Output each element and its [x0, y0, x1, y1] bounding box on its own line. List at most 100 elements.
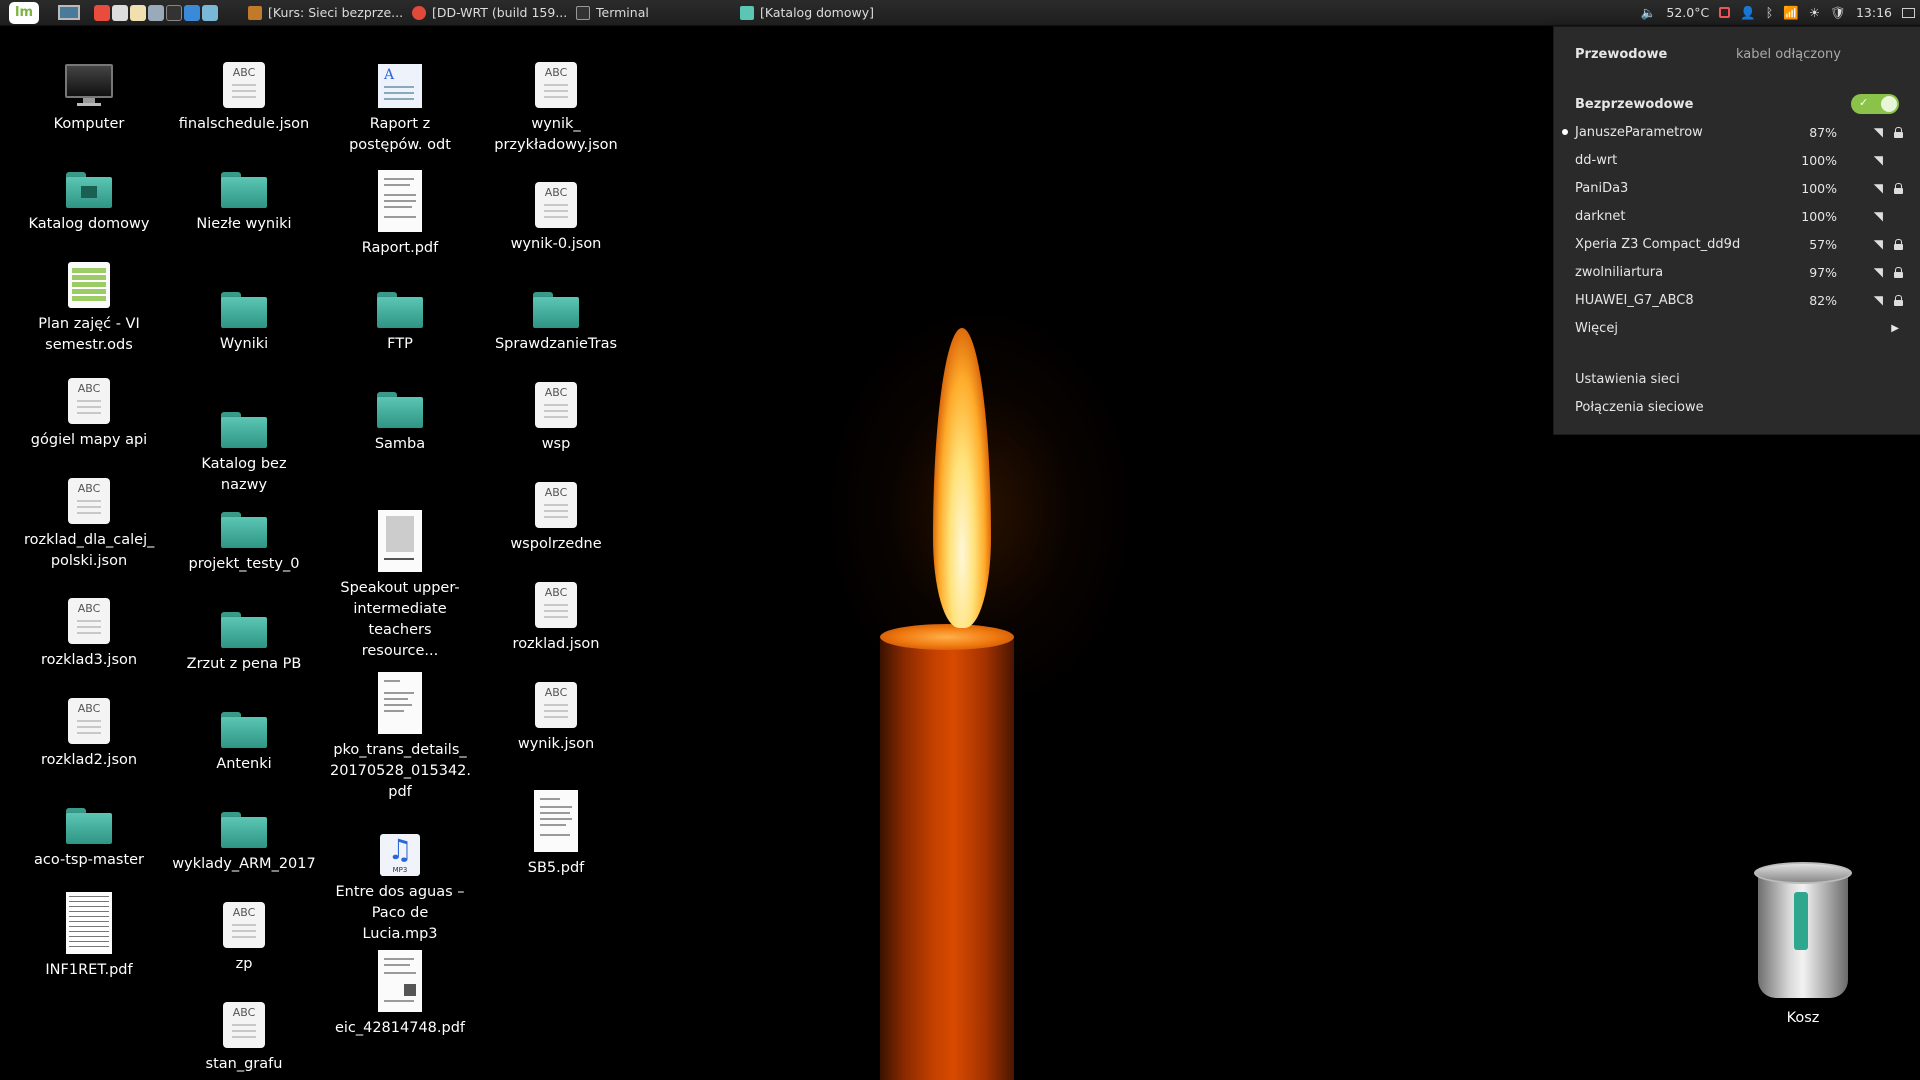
desktop-icon-inf1ret[interactable]: INF1RET.pdf [19, 890, 159, 981]
wifi-network-item[interactable]: HUAWEI_G7_ABC8 82% ◥ [1554, 286, 1920, 314]
settings-launcher-icon[interactable] [148, 4, 164, 21]
desktop-icon-wynik-json[interactable]: ABC wynik.json [486, 664, 626, 755]
wifi-signal-icon: ◥ [1873, 125, 1883, 139]
wifi-network-item[interactable]: PaniDa3 100% ◥ [1554, 174, 1920, 202]
desktop-icon-wynik-0[interactable]: ABC wynik-0.json [486, 164, 626, 255]
brightness-icon[interactable]: ☀ [1804, 0, 1825, 25]
chrome-launcher-icon[interactable] [94, 4, 110, 21]
lock-icon [1894, 127, 1903, 138]
taskbar-item-terminal[interactable]: Terminal [568, 0, 657, 25]
candle [880, 630, 1014, 1080]
desktop-icon-plan-zajec[interactable]: Plan zajęć - VI semestr.ods [19, 244, 159, 356]
lock-icon [1894, 239, 1903, 250]
desktop-icon-katalog-domowy[interactable]: Katalog domowy [19, 144, 159, 235]
launcher-group [94, 0, 218, 25]
desktop-icon-stan-grafu[interactable]: ABC stan_grafu [174, 984, 314, 1075]
shield-icon[interactable]: 🛡 [1825, 0, 1851, 25]
text-file-icon: ABC [535, 482, 577, 528]
wifi-signal-icon: ◥ [1873, 181, 1883, 195]
desktop-icon-katalog-bez-nazwy[interactable]: Katalog bez nazwy [174, 384, 314, 496]
desktop-icon-trash[interactable]: Kosz [1728, 862, 1878, 1026]
network-name: PaniDa3 [1575, 180, 1629, 196]
desktop-icon-wyklady[interactable]: wyklady_ARM_2017 [172, 784, 316, 875]
icon-label: gógiel mapy api [30, 432, 148, 448]
temperature-readout[interactable]: 52.0°C [1661, 0, 1714, 25]
taskbar-label: Terminal [596, 5, 649, 20]
network-connections-item[interactable]: Połączenia sieciowe [1554, 393, 1920, 421]
desktop-icon-antenki[interactable]: Antenki [174, 684, 314, 775]
taskbar-item-kurs[interactable]: [Kurs: Sieci bezprze... [240, 0, 411, 25]
network-name: JanuszeParametrow [1575, 124, 1703, 140]
desktop-icon-sb5[interactable]: SB5.pdf [486, 788, 626, 879]
desktop-icon-samba[interactable]: Samba [330, 364, 470, 455]
desktop-icon-niezle[interactable]: Niezłe wyniki [174, 144, 314, 235]
taskbar-item-katalog[interactable]: [Katalog domowy] [732, 0, 882, 25]
desktop-icon-raport-pdf[interactable]: Raport.pdf [330, 168, 470, 259]
desktop-icon-rozklad2[interactable]: ABC rozklad2.json [19, 680, 159, 771]
desktop-icon-gogiel[interactable]: ABC gógiel mapy api [19, 360, 159, 451]
bluetooth-icon[interactable]: ᛒ [1761, 0, 1779, 25]
lock-icon [1894, 267, 1903, 278]
folder-icon [740, 5, 754, 20]
icon-label: Raport.pdf [361, 240, 439, 256]
main-menu-button[interactable]: lm [4, 0, 44, 25]
desktop-icon-aco[interactable]: aco-tsp-master [19, 780, 159, 871]
wifi-network-item[interactable]: zwolniliartura 97% ◥ [1554, 258, 1920, 286]
icon-label: Komputer [53, 116, 125, 132]
desktop-icon-ftp[interactable]: FTP [330, 264, 470, 355]
icon-label: finalschedule.json [178, 116, 310, 132]
more-networks-item[interactable]: Więcej ▶ [1554, 314, 1920, 342]
wifi-network-item[interactable]: darknet 100% ◥ [1554, 202, 1920, 230]
wifi-network-item[interactable]: dd-wrt 100% ◥ [1554, 146, 1920, 174]
desktop-icon-rozklad-dla-calej[interactable]: ABC rozklad_dla_calej_ polski.json [19, 460, 159, 572]
desktop-icon-pko[interactable]: pko_trans_details_ 20170528_015342. pdf [330, 670, 471, 803]
desktop-icon-wspolrzedne[interactable]: ABC wspolrzedne [486, 464, 626, 555]
connected-indicator [1562, 129, 1568, 135]
taskbar-item-ddwrt[interactable]: [DD-WRT (build 159... [404, 0, 575, 25]
desktop-icon-finalschedule[interactable]: ABC finalschedule.json [174, 44, 314, 135]
app-launcher-icon[interactable] [184, 4, 200, 21]
files-launcher-icon[interactable] [202, 4, 218, 21]
desktop-icon-projekt[interactable]: projekt_testy_0 [174, 484, 314, 575]
user-icon[interactable]: 👤 [1735, 0, 1761, 25]
desktop-icon-wynik-przykladowy[interactable]: ABC wynik_ przykładowy.json [486, 44, 626, 156]
folder-icon [221, 292, 267, 328]
icon-label: Zrzut z pena PB [186, 656, 302, 672]
text-file-icon: ABC [535, 582, 577, 628]
calc-launcher-icon[interactable] [112, 4, 128, 21]
lock-icon [1894, 183, 1903, 194]
desktop-icon-eic[interactable]: eic_42814748.pdf [330, 948, 470, 1039]
wifi-icon[interactable]: 📶 [1778, 0, 1804, 25]
icon-label: wyklady_ARM_2017 [172, 856, 316, 872]
desktop-icon-rozklad-json[interactable]: ABC rozklad.json [486, 564, 626, 655]
show-desktop-button[interactable] [58, 0, 80, 25]
desktop-icon-rozklad3[interactable]: ABC rozklad3.json [19, 580, 159, 671]
lock-icon [1894, 295, 1903, 306]
pdf-file-icon [378, 672, 422, 734]
desktop-icon-entre-dos-aguas[interactable]: ♫ MP3 Entre dos aguas – Paco de Lucia.mp3 [330, 812, 470, 945]
volume-icon[interactable]: 🔈 [1636, 0, 1662, 25]
icon-label: Entre dos aguas – Paco de Lucia.mp3 [335, 884, 465, 942]
terminal-launcher-icon[interactable] [166, 4, 182, 21]
icon-label: wynik.json [517, 736, 595, 752]
desktop-icon-sprawdzanie-tras[interactable]: SprawdzanieTras [486, 264, 626, 355]
desktop-icon-wyniki[interactable]: Wyniki [174, 264, 314, 355]
recorder-icon[interactable] [1714, 0, 1735, 25]
desktop-icon-komputer[interactable]: Komputer [19, 44, 159, 135]
wifi-network-item[interactable]: JanuszeParametrow 87% ◥ [1554, 118, 1920, 146]
wired-section: Przewodowe kabel odłączony [1554, 40, 1920, 68]
signal-strength: 100% [1801, 152, 1837, 168]
desktop-icon-raport-odt[interactable]: A Raport z postępów. odt [330, 44, 470, 156]
desktop-icon-speakout[interactable]: Speakout upper-intermediate teachers res… [330, 508, 470, 662]
notes-launcher-icon[interactable] [130, 4, 146, 21]
desktop-icon-wsp[interactable]: ABC wsp [486, 364, 626, 455]
workspace-switcher-icon[interactable] [1897, 0, 1920, 25]
wireless-toggle[interactable]: ✓ [1851, 94, 1899, 114]
wifi-network-item[interactable]: Xperia Z3 Compact_dd9d 57% ◥ [1554, 230, 1920, 258]
book-icon [248, 5, 262, 20]
desktop-icon-zrzut[interactable]: Zrzut z pena PB [174, 584, 314, 675]
icon-label: Katalog domowy [28, 216, 150, 232]
desktop-icon-zp[interactable]: ABC zp [174, 884, 314, 975]
clock[interactable]: 13:16 [1851, 0, 1897, 25]
network-settings-item[interactable]: Ustawienia sieci [1554, 365, 1920, 393]
